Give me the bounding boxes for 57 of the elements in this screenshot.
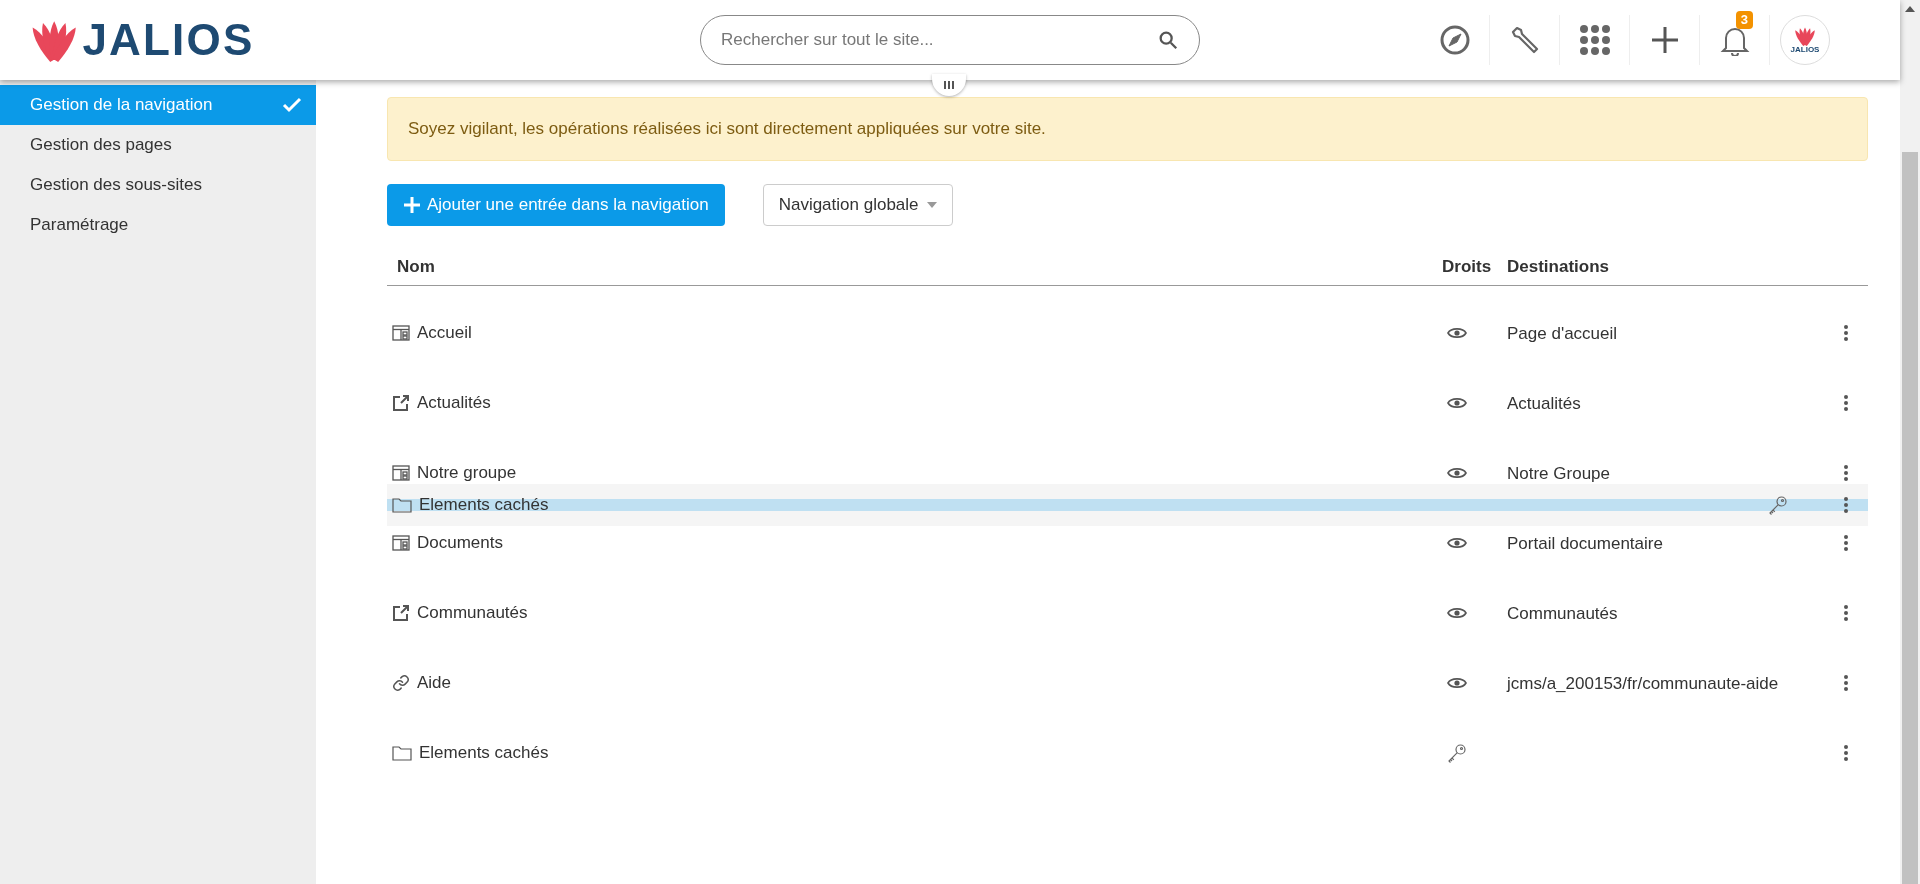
plus-icon [1649, 25, 1680, 55]
column-header: Droits [1442, 255, 1493, 278]
search-input[interactable]: Rechercher sur tout le site... [721, 27, 1157, 53]
entry-name: Documents [417, 532, 503, 555]
compass-icon [1438, 24, 1471, 56]
logo-wordmark: JALIOS [82, 18, 255, 62]
entry-name: Elements cachés [419, 494, 549, 517]
sidebar-item[interactable]: Paramétrage [0, 205, 316, 245]
kebab-icon [1844, 745, 1848, 761]
plus-icon [403, 196, 421, 214]
destination-text: jcms/a_200153/fr/communaute-aide [1507, 674, 1779, 693]
folder-icon [392, 497, 412, 513]
destination-text: Actualités [1507, 394, 1581, 413]
sidebar-item[interactable]: Gestion des pages [0, 125, 316, 165]
entry-name: Elements cachés [419, 742, 549, 765]
search-icon [1157, 29, 1179, 51]
grip-icon [944, 81, 954, 89]
layout-icon [392, 324, 410, 342]
dragged-row[interactable]: Elements cachés [387, 484, 1868, 526]
entry-name: Actualités [417, 392, 491, 415]
user-avatar[interactable]: JALIOS [1780, 15, 1830, 65]
fan-logo-icon [1794, 26, 1816, 46]
kebab-icon [1844, 465, 1848, 481]
kebab-icon [1844, 325, 1848, 341]
check-icon [282, 97, 302, 113]
column-header: Nom [396, 255, 436, 278]
external-link-icon [392, 604, 410, 622]
column-header: Destinations [1507, 255, 1610, 278]
kebab-icon [1844, 497, 1848, 513]
entry-name: Notre groupe [417, 462, 517, 485]
grid-dots-icon [1578, 24, 1611, 56]
link-icon [392, 674, 410, 692]
destination-text: Page d'accueil [1507, 324, 1618, 343]
panel-handle[interactable] [932, 74, 966, 96]
sidebar-item[interactable]: Gestion des sous-sites [0, 165, 316, 205]
kebab-icon [1844, 675, 1848, 691]
destination-text: Communautés [1507, 604, 1618, 623]
kebab-icon [1844, 535, 1848, 551]
scroll-up-icon [1905, 6, 1915, 12]
destination-text: Portail documentaire [1507, 534, 1663, 553]
kebab-icon [1844, 395, 1848, 411]
layout-icon [392, 534, 410, 552]
folder-icon [392, 745, 412, 761]
avatar-logo-text: JALIOS [1790, 46, 1820, 54]
navigation-dropdown[interactable]: Navigation globale [762, 184, 953, 226]
search-field[interactable]: Rechercher sur tout le site... [700, 15, 1200, 65]
kebab-icon [1844, 605, 1848, 621]
scrollbar-thumb[interactable] [1902, 152, 1918, 884]
destination-text: Notre Groupe [1507, 464, 1610, 483]
caret-icon [926, 202, 937, 208]
notification-badge: 3 [1735, 11, 1753, 29]
entry-name: Communautés [417, 602, 528, 625]
external-link-icon [392, 394, 410, 412]
entry-name: Aide [417, 672, 452, 695]
layout-icon [392, 464, 410, 482]
entry-name: Accueil [417, 322, 472, 345]
warning-alert: Soyez vigilant, les opérations réalisées ici sont directement appliquées sur votre site. [387, 97, 1868, 161]
